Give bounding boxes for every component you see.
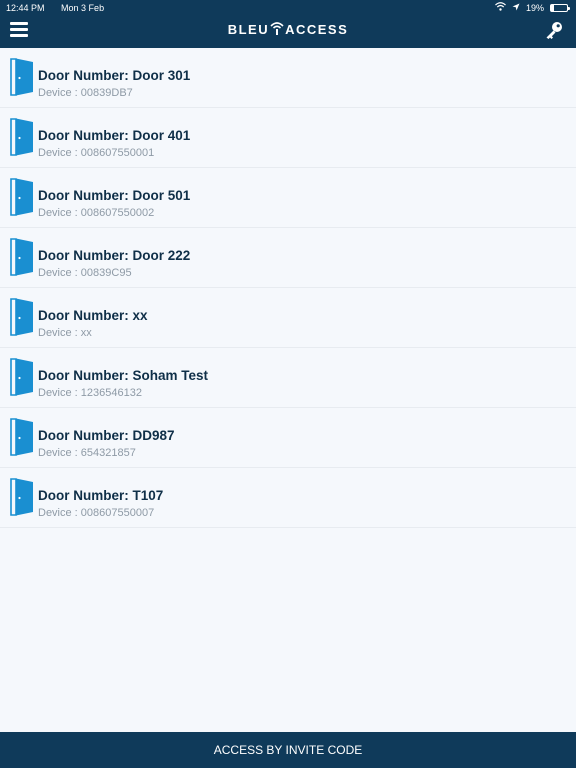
header-bar: 12:44 PM Mon 3 Feb 19% BLEU ACCESS	[0, 0, 576, 48]
battery-percent: 19%	[525, 3, 544, 13]
logo-text-left: BLEU	[227, 22, 270, 37]
door-number-label: Door Number: Door 401	[38, 128, 191, 143]
door-icon	[10, 478, 34, 516]
location-arrow-icon	[512, 0, 520, 16]
door-number-label: Door Number: DD987	[38, 428, 175, 443]
door-list: Door Number: Door 301 Device : 00839DB7 Do…	[0, 48, 576, 528]
device-id-label: Device : 1236546132	[38, 387, 142, 399]
device-id-label: Device : 008607550001	[38, 147, 155, 159]
device-id-label: Device : 008607550002	[38, 207, 155, 219]
door-icon	[10, 298, 34, 336]
door-list-item[interactable]: Door Number: xx Device : xx	[0, 288, 576, 348]
device-id-label: Device : 008607550007	[38, 507, 155, 519]
app-screen: 12:44 PM Mon 3 Feb 19% BLEU ACCESS Door …	[0, 0, 576, 768]
logo-signal-icon	[270, 22, 284, 35]
logo-text-right: ACCESS	[285, 22, 349, 37]
app-logo: BLEU ACCESS	[0, 20, 576, 37]
battery-icon	[550, 4, 570, 12]
door-number-label: Door Number: Door 301	[38, 68, 191, 83]
door-list-item[interactable]: Door Number: Door 401 Device : 0086075500…	[0, 108, 576, 168]
device-id-label: Device : xx	[38, 327, 92, 339]
door-number-label: Door Number: T107	[38, 488, 164, 503]
door-list-item[interactable]: Door Number: Door 301 Device : 00839DB7	[0, 48, 576, 108]
status-bar: 12:44 PM Mon 3 Feb 19%	[0, 0, 576, 16]
door-icon	[10, 178, 34, 216]
door-list-item[interactable]: Door Number: DD987 Device : 654321857	[0, 408, 576, 468]
status-right: 19%	[495, 0, 570, 16]
door-icon	[10, 118, 34, 156]
device-id-label: Device : 654321857	[38, 447, 136, 459]
door-icon	[10, 358, 34, 396]
status-time: 12:44 PM	[6, 3, 45, 13]
access-by-invite-code-label: ACCESS BY INVITE CODE	[213, 743, 363, 757]
door-icon	[10, 418, 34, 456]
access-by-invite-code-button[interactable]: ACCESS BY INVITE CODE	[0, 732, 576, 768]
status-left: 12:44 PM Mon 3 Feb	[6, 0, 118, 16]
door-list-item[interactable]: Door Number: T107 Device : 008607550007	[0, 468, 576, 528]
door-number-label: Door Number: Door 222	[38, 248, 191, 263]
door-icon	[10, 238, 34, 276]
key-icon[interactable]	[544, 20, 564, 40]
door-list-item[interactable]: Door Number: Soham Test Device : 12365461…	[0, 348, 576, 408]
door-number-label: Door Number: xx	[38, 308, 148, 323]
door-list-item[interactable]: Door Number: Door 501 Device : 0086075500…	[0, 168, 576, 228]
device-id-label: Device : 00839C95	[38, 267, 132, 279]
battery-level	[551, 5, 555, 11]
door-number-label: Door Number: Door 501	[38, 188, 191, 203]
device-id-label: Device : 00839DB7	[38, 87, 133, 99]
door-number-label: Door Number: Soham Test	[38, 368, 209, 383]
door-list-item[interactable]: Door Number: Door 222 Device : 00839C95	[0, 228, 576, 288]
status-date: Mon 3 Feb	[61, 3, 105, 13]
wifi-icon	[495, 0, 506, 16]
door-icon	[10, 58, 34, 96]
